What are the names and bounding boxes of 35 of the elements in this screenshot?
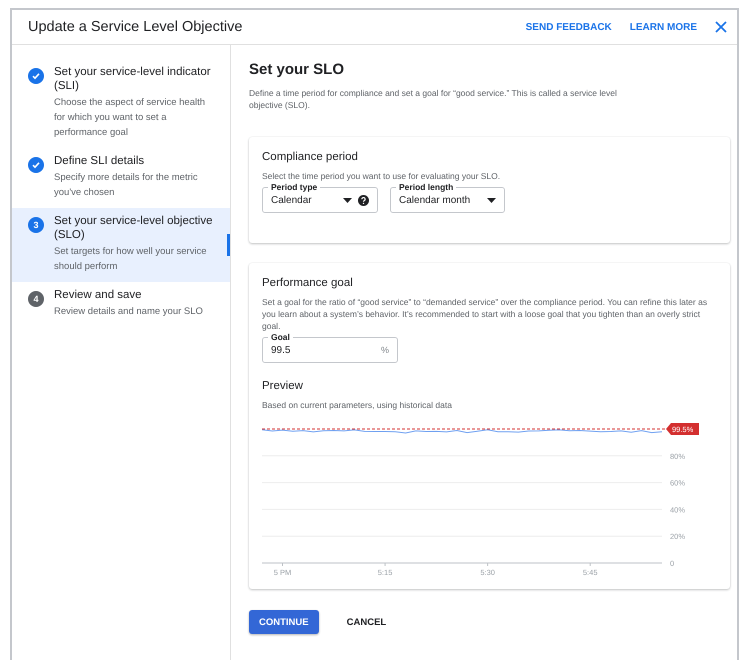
step-item[interactable]: Set your service-level indicator (SLI) Choose the aspect of service health for which you want to set a performance goal xyxy=(12,59,230,148)
card-heading: Compliance period xyxy=(262,151,359,163)
check-icon xyxy=(31,71,41,81)
step-description: Choose the aspect of service health for which you want to set a performance goal xyxy=(54,96,206,140)
dropdown-caret-icon xyxy=(343,198,352,202)
preview-description: Based on current parameters, using historical data xyxy=(262,399,453,411)
continue-button[interactable]: CONTINUE xyxy=(249,610,319,634)
dropdown-caret-icon xyxy=(487,198,496,202)
step-number: 3 xyxy=(28,217,44,233)
page-heading: Set your SLO xyxy=(249,61,346,78)
header-link[interactable]: SEND FEEDBACK xyxy=(526,22,612,32)
preview-heading: Preview xyxy=(262,380,304,392)
active-step-indicator xyxy=(227,234,230,256)
step-item[interactable]: Define SLI details Specify more details for the metric you've chosen xyxy=(12,148,230,208)
header-link[interactable]: LEARN MORE xyxy=(630,22,697,32)
step-description: Set targets for how well your service should perform xyxy=(54,245,208,274)
step-item[interactable]: 3 Set your service-level objective (SLO) Set targets for how well your service should perform xyxy=(12,208,230,282)
step-description: Review details and name your SLO xyxy=(54,305,203,319)
cancel-button[interactable]: CANCEL xyxy=(336,610,396,634)
step-title: Review and save xyxy=(54,288,143,302)
step-item[interactable]: 4 Review and save Review details and name your SLO xyxy=(12,282,230,327)
card-description: Select the time period you want to use for evaluating your SLO. xyxy=(262,170,502,182)
card-description: Set a goal for the ratio of “good service” to “demanded service” over the compliance period. You can refine this later as you learn about a system’s behavior. It’s recommended to start with a loose goal that you tighten than an overly strict goal. xyxy=(262,296,708,332)
dialog-title: Update a Service Level Objective xyxy=(28,19,244,35)
step-number: 4 xyxy=(28,291,44,307)
check-icon xyxy=(31,160,41,170)
step-title: Set your service-level objective (SLO) xyxy=(54,214,214,242)
step-description: Specify more details for the metric you've chosen xyxy=(54,171,199,200)
threshold-badge xyxy=(666,423,699,435)
step-title: Set your service-level indicator (SLI) xyxy=(54,65,212,93)
help-icon[interactable] xyxy=(358,194,369,206)
step-title: Define SLI details xyxy=(54,154,146,168)
card-heading: Performance goal xyxy=(262,277,354,289)
page-description: Define a time period for compliance and set a goal for “good service.” This is called a service level objective (SLO). xyxy=(249,87,618,111)
close-icon[interactable] xyxy=(715,21,727,33)
